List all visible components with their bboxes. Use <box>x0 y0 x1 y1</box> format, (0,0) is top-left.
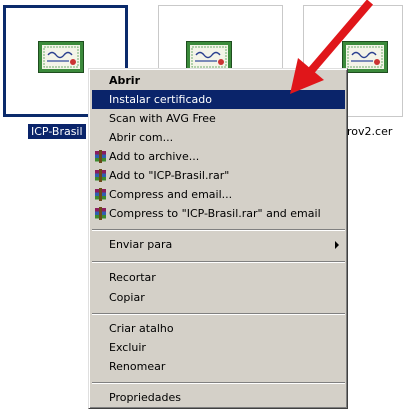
menu-item-label: Compress to "ICP-Brasil.rar" and email <box>109 207 321 220</box>
menu-item-enviar-para[interactable]: Enviar para <box>92 235 345 254</box>
menu-item-label: Recortar <box>109 271 156 284</box>
certificate-icon <box>38 41 84 73</box>
menu-item-add-to-archive[interactable]: Add to archive... <box>92 147 345 166</box>
winrar-icon <box>95 207 106 220</box>
file-label-3[interactable]: rov2.cer <box>344 124 395 139</box>
menu-item-renomear[interactable]: Renomear <box>92 357 345 376</box>
winrar-icon <box>95 150 106 163</box>
menu-item-label: Renomear <box>109 360 166 373</box>
menu-item-compress-email[interactable]: Compress and email... <box>92 185 345 204</box>
menu-item-compress-rar-email[interactable]: Compress to "ICP-Brasil.rar" and email <box>92 204 345 223</box>
menu-item-label: Instalar certificado <box>109 93 212 106</box>
menu-item-label: Add to "ICP-Brasil.rar" <box>109 169 230 182</box>
menu-item-criar-atalho[interactable]: Criar atalho <box>92 319 345 338</box>
menu-item-label: Criar atalho <box>109 322 174 335</box>
menu-item-label: Abrir <box>109 74 141 87</box>
menu-separator <box>92 382 345 384</box>
winrar-icon <box>95 169 106 182</box>
menu-item-propriedades[interactable]: Propriedades <box>92 388 345 407</box>
red-arrow-pointer-icon <box>290 0 374 94</box>
file-label-icp-brasil[interactable]: ICP-Brasil <box>28 124 86 139</box>
menu-item-label: Copiar <box>109 291 145 304</box>
menu-item-copiar[interactable]: Copiar <box>92 288 345 307</box>
menu-separator <box>92 261 345 263</box>
menu-item-label: Add to archive... <box>109 150 200 163</box>
menu-item-abrir-com[interactable]: Abrir com... <box>92 128 345 147</box>
winrar-icon <box>95 188 106 201</box>
menu-item-label: Compress and email... <box>109 188 233 201</box>
menu-separator <box>92 313 345 315</box>
menu-item-label: Propriedades <box>109 391 181 404</box>
menu-item-label: Enviar para <box>109 238 173 251</box>
menu-item-recortar[interactable]: Recortar <box>92 268 345 287</box>
menu-item-excluir[interactable]: Excluir <box>92 338 345 357</box>
menu-item-scan-avg[interactable]: Scan with AVG Free <box>92 109 345 128</box>
submenu-arrow-icon <box>335 241 339 249</box>
menu-item-label: Scan with AVG Free <box>109 112 216 125</box>
menu-item-label: Excluir <box>109 341 146 354</box>
menu-item-add-to-rar[interactable]: Add to "ICP-Brasil.rar" <box>92 166 345 185</box>
menu-item-label: Abrir com... <box>109 131 174 144</box>
menu-separator <box>92 229 345 231</box>
context-menu: Abrir Instalar certificado Scan with AVG… <box>88 68 348 409</box>
